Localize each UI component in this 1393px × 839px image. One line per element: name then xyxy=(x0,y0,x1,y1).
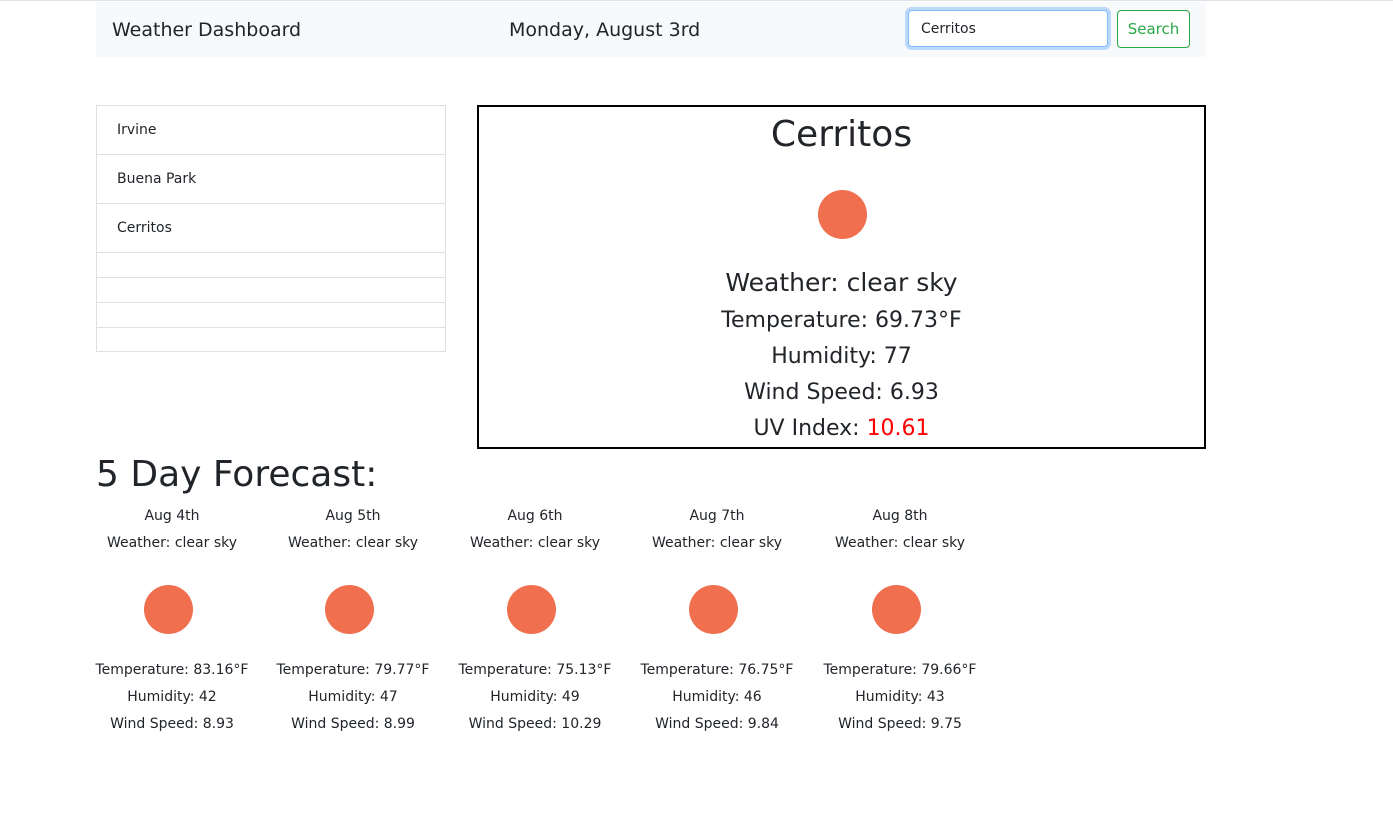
forecast-weather: Weather: clear sky xyxy=(651,535,783,551)
forecast-humidity: Humidity: 42 xyxy=(127,689,217,705)
current-humidity: Humidity: 77 xyxy=(771,344,912,369)
sun-icon xyxy=(144,585,193,634)
list-item[interactable]: Irvine xyxy=(96,105,446,154)
forecast-humidity: Humidity: 47 xyxy=(308,689,398,705)
forecast-temperature: Temperature: 83.16°F xyxy=(95,662,249,678)
forecast-title: 5 Day Forecast: xyxy=(96,454,378,495)
forecast-date: Aug 8th xyxy=(872,508,928,524)
forecast-weather: Weather: clear sky xyxy=(469,535,601,551)
search-input[interactable] xyxy=(908,10,1108,47)
forecast-temperature: Temperature: 76.75°F xyxy=(640,662,794,678)
sun-icon xyxy=(872,585,921,634)
forecast-temperature: Temperature: 79.66°F xyxy=(823,662,977,678)
list-item-empty[interactable] xyxy=(96,327,446,352)
forecast-temperature: Temperature: 79.77°F xyxy=(276,662,430,678)
forecast-weather: Weather: clear sky xyxy=(287,535,419,551)
current-city: Cerritos xyxy=(770,114,913,155)
current-wind-speed: Wind Speed: 6.93 xyxy=(744,380,939,405)
current-uv-index: UV Index: 10.61 xyxy=(479,415,1204,443)
sun-icon xyxy=(507,585,556,634)
forecast-weather: Weather: clear sky xyxy=(834,535,966,551)
list-item-empty[interactable] xyxy=(96,252,446,277)
sun-icon xyxy=(818,190,867,239)
list-item[interactable]: Cerritos xyxy=(96,203,446,252)
current-weather-desc: Weather: clear sky xyxy=(725,268,958,297)
forecast-date: Aug 7th xyxy=(689,508,745,524)
forecast-wind-speed: Wind Speed: 9.84 xyxy=(655,716,779,732)
forecast-wind-speed: Wind Speed: 10.29 xyxy=(468,716,602,732)
list-item[interactable]: Buena Park xyxy=(96,154,446,203)
list-item-empty[interactable] xyxy=(96,302,446,327)
forecast-date: Aug 6th xyxy=(507,508,563,524)
current-date: Monday, August 3rd xyxy=(509,19,701,41)
forecast-temperature: Temperature: 75.13°F xyxy=(458,662,612,678)
forecast-humidity: Humidity: 46 xyxy=(672,689,762,705)
uv-label: UV Index: xyxy=(753,416,860,441)
current-temperature: Temperature: 69.73°F xyxy=(721,308,962,333)
forecast-wind-speed: Wind Speed: 9.75 xyxy=(838,716,962,732)
sun-icon xyxy=(689,585,738,634)
city-history-list: Irvine Buena Park Cerritos xyxy=(96,105,446,352)
list-item-empty[interactable] xyxy=(96,277,446,302)
sun-icon xyxy=(325,585,374,634)
forecast-date: Aug 4th xyxy=(144,508,200,524)
forecast-weather: Weather: clear sky xyxy=(106,535,238,551)
uv-value: 10.61 xyxy=(866,416,930,441)
app-title: Weather Dashboard xyxy=(112,19,302,41)
forecast-date: Aug 5th xyxy=(325,508,381,524)
current-weather-card: Cerritos Weather: clear sky Temperature:… xyxy=(477,105,1206,449)
forecast-wind-speed: Wind Speed: 8.99 xyxy=(291,716,415,732)
forecast-wind-speed: Wind Speed: 8.93 xyxy=(110,716,234,732)
forecast-humidity: Humidity: 43 xyxy=(855,689,945,705)
navbar: Weather Dashboard Monday, August 3rd Sea… xyxy=(96,2,1206,57)
search-button[interactable]: Search xyxy=(1117,10,1190,48)
forecast-humidity: Humidity: 49 xyxy=(490,689,580,705)
top-divider xyxy=(0,0,1393,1)
